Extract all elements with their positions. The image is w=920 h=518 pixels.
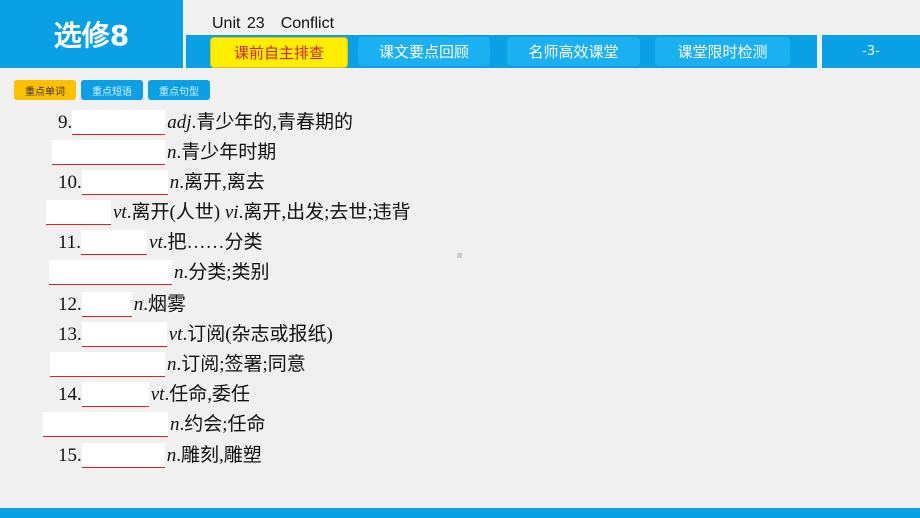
answer-blank[interactable]: [72, 110, 166, 135]
tab-test[interactable]: 课堂限时检测: [655, 37, 790, 66]
vocab-item: 9. adj .青少年的,青春期的: [58, 110, 353, 136]
item-number: 10.: [58, 172, 82, 193]
meaning: .订阅(杂志或报纸): [182, 324, 333, 345]
meaning: .离开,出发;去世;违背: [238, 202, 411, 223]
meaning: .青少年的,青春期的: [191, 112, 354, 133]
answer-blank[interactable]: [81, 170, 168, 195]
answer-blank[interactable]: [49, 260, 172, 285]
part-of-speech: n: [167, 142, 177, 163]
vocab-item: n .约会;任命: [43, 412, 266, 438]
page-number: -3-: [822, 35, 920, 68]
meaning: .订阅;签署;同意: [176, 354, 306, 375]
course-logo: 选修8: [0, 0, 183, 68]
part-of-speech: n: [166, 445, 177, 466]
answer-blank[interactable]: [43, 412, 168, 437]
meaning: .分类;类别: [183, 262, 270, 283]
meaning: .把……分类: [162, 232, 263, 253]
bottom-bar: [0, 508, 920, 518]
answer-blank[interactable]: [81, 382, 149, 407]
item-number: 13.: [58, 324, 82, 345]
vocab-item: n .订阅;签署;同意: [50, 352, 306, 378]
vocab-item: vt .离开(人世) vi .离开,出发;去世;违背: [46, 200, 411, 226]
part-of-speech: n: [174, 262, 184, 283]
part-of-speech: n: [133, 294, 144, 315]
part-of-speech: n: [167, 354, 177, 375]
meaning: .离开,离去: [179, 172, 265, 193]
meaning: .约会;任命: [179, 414, 266, 435]
answer-blank[interactable]: [81, 292, 132, 317]
unit-title: Unit 23 Conflict: [212, 15, 335, 32]
part-of-speech: n: [169, 172, 180, 193]
item-number: 12.: [58, 294, 82, 315]
vocab-item: n .分类;类别: [49, 260, 270, 286]
tab-lecture[interactable]: 名师高效课堂: [507, 37, 640, 66]
answer-blank[interactable]: [81, 443, 165, 468]
subtab-words[interactable]: 重点单词: [14, 80, 76, 100]
item-number: 9.: [58, 112, 73, 133]
vocab-item: 14. vt .任命,委任: [58, 382, 250, 408]
tab-review[interactable]: 课文要点回顾: [358, 37, 490, 66]
part-of-speech: vt: [150, 384, 165, 405]
part-of-speech: vt: [113, 202, 127, 223]
item-number: 15.: [58, 445, 82, 466]
tab-preview[interactable]: 课前自主排查: [210, 37, 348, 68]
part-of-speech: n: [170, 414, 180, 435]
answer-blank[interactable]: [81, 322, 167, 347]
decorative-dot: [457, 253, 462, 258]
subtab-phrases[interactable]: 重点短语: [81, 80, 143, 100]
part-of-speech: vt: [149, 232, 163, 253]
meaning: .青少年时期: [176, 142, 277, 163]
item-number: 14.: [58, 384, 82, 405]
vocab-item: 12. n .烟雾: [58, 292, 186, 318]
answer-blank[interactable]: [81, 230, 148, 255]
part-of-speech: vi: [224, 202, 239, 223]
vocab-item: 13. vt .订阅(杂志或报纸): [58, 322, 333, 348]
part-of-speech: vt: [168, 324, 183, 345]
answer-blank[interactable]: [50, 352, 165, 377]
meaning: .离开(人世): [126, 202, 225, 223]
answer-blank[interactable]: [46, 200, 111, 225]
subtab-sentences[interactable]: 重点句型: [148, 80, 210, 100]
vocab-item: 10. n .离开,离去: [58, 170, 265, 196]
vocab-item: 11. vt .把……分类: [58, 230, 263, 256]
meaning: .任命,委任: [164, 384, 250, 405]
nav-bar: 课前自主排查 课文要点回顾 名师高效课堂 课堂限时检测: [186, 35, 817, 68]
item-number: 11.: [58, 232, 82, 253]
part-of-speech: adj: [167, 112, 192, 133]
vocab-item: n .青少年时期: [52, 140, 276, 166]
meaning: .烟雾: [143, 294, 187, 315]
meaning: .雕刻,雕塑: [176, 445, 262, 466]
answer-blank[interactable]: [52, 140, 165, 165]
vocab-item: 15. n .雕刻,雕塑: [58, 443, 262, 469]
